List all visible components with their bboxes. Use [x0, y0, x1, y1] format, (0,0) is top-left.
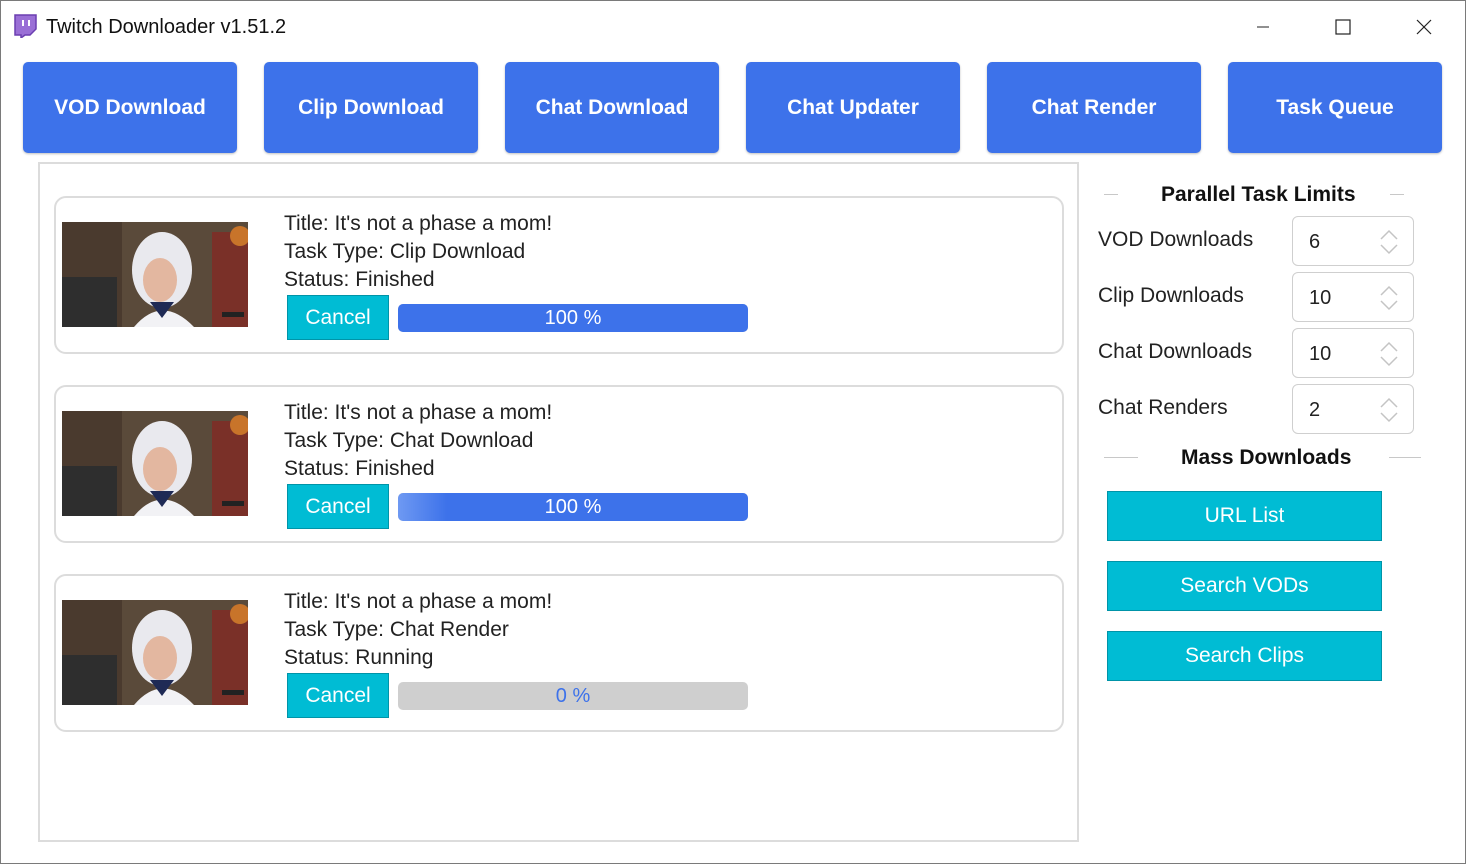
search-vods-button[interactable]: Search VODs [1107, 561, 1382, 611]
spin-arrows-icon[interactable] [1379, 397, 1399, 423]
window-title: Twitch Downloader v1.51.2 [46, 16, 287, 38]
video-thumbnail [62, 222, 248, 327]
spin-arrows-icon[interactable] [1379, 285, 1399, 311]
mass-downloads-heading: Mass Downloads [1181, 446, 1352, 469]
chat-renders-label: Chat Renders [1098, 396, 1228, 419]
video-thumbnail [62, 600, 248, 705]
chat-downloads-stepper[interactable]: 10 [1292, 328, 1414, 378]
minimize-icon [1257, 26, 1269, 28]
url-list-button[interactable]: URL List [1107, 491, 1382, 541]
stepper-value: 10 [1309, 287, 1332, 309]
separator [1104, 457, 1138, 458]
stepper-value: 6 [1309, 231, 1321, 253]
cancel-button[interactable]: Cancel [287, 673, 389, 718]
task-status: Status: Finished [284, 457, 435, 480]
close-icon [1416, 19, 1432, 35]
stepper-value: 2 [1309, 399, 1321, 421]
task-status: Status: Finished [284, 268, 435, 291]
search-clips-button[interactable]: Search Clips [1107, 631, 1382, 681]
chat-downloads-label: Chat Downloads [1098, 340, 1253, 363]
maximize-icon [1335, 19, 1351, 35]
close-button[interactable] [1401, 8, 1447, 46]
separator [1389, 457, 1421, 458]
task-card: Title: It's not a phase a mom! Task Type… [54, 385, 1064, 543]
progress-bar: 100 % [398, 493, 748, 521]
task-title: Title: It's not a phase a mom! [284, 401, 553, 424]
task-type: Task Type: Clip Download [284, 240, 526, 263]
cancel-button[interactable]: Cancel [287, 295, 389, 340]
task-card: Title: It's not a phase a mom! Task Type… [54, 196, 1064, 354]
task-title: Title: It's not a phase a mom! [284, 212, 553, 235]
maximize-button[interactable] [1320, 8, 1366, 46]
task-type: Task Type: Chat Render [284, 618, 509, 641]
minimize-button[interactable] [1240, 8, 1286, 46]
title-bar: Twitch Downloader v1.51.2 [0, 0, 1466, 54]
video-thumbnail [62, 411, 248, 516]
spin-arrows-icon[interactable] [1379, 229, 1399, 255]
stepper-value: 10 [1309, 343, 1332, 365]
spin-arrows-icon[interactable] [1379, 341, 1399, 367]
vod-downloads-stepper[interactable]: 6 [1292, 216, 1414, 266]
twitch-glitch-icon [14, 14, 37, 38]
vod-downloads-label: VOD Downloads [1098, 228, 1254, 251]
cancel-button[interactable]: Cancel [287, 484, 389, 529]
clip-download-tab[interactable]: Clip Download [264, 62, 478, 153]
task-status: Status: Running [284, 646, 434, 669]
progress-label: 100 % [544, 495, 602, 518]
task-card: Title: It's not a phase a mom! Task Type… [54, 574, 1064, 732]
separator [1390, 194, 1404, 195]
separator [1104, 194, 1118, 195]
clip-downloads-label: Clip Downloads [1098, 284, 1244, 307]
progress-label: 100 % [544, 306, 602, 329]
task-queue-tab[interactable]: Task Queue [1228, 62, 1442, 153]
chat-renders-stepper[interactable]: 2 [1292, 384, 1414, 434]
chat-render-tab[interactable]: Chat Render [987, 62, 1201, 153]
progress-bar: 0 % [398, 682, 748, 710]
progress-bar: 100 % [398, 304, 748, 332]
chat-download-tab[interactable]: Chat Download [505, 62, 719, 153]
task-type: Task Type: Chat Download [284, 429, 534, 452]
progress-label: 0 % [555, 684, 591, 707]
vod-download-tab[interactable]: VOD Download [23, 62, 237, 153]
clip-downloads-stepper[interactable]: 10 [1292, 272, 1414, 322]
chat-updater-tab[interactable]: Chat Updater [746, 62, 960, 153]
task-title: Title: It's not a phase a mom! [284, 590, 553, 613]
parallel-limits-heading: Parallel Task Limits [1161, 183, 1356, 206]
